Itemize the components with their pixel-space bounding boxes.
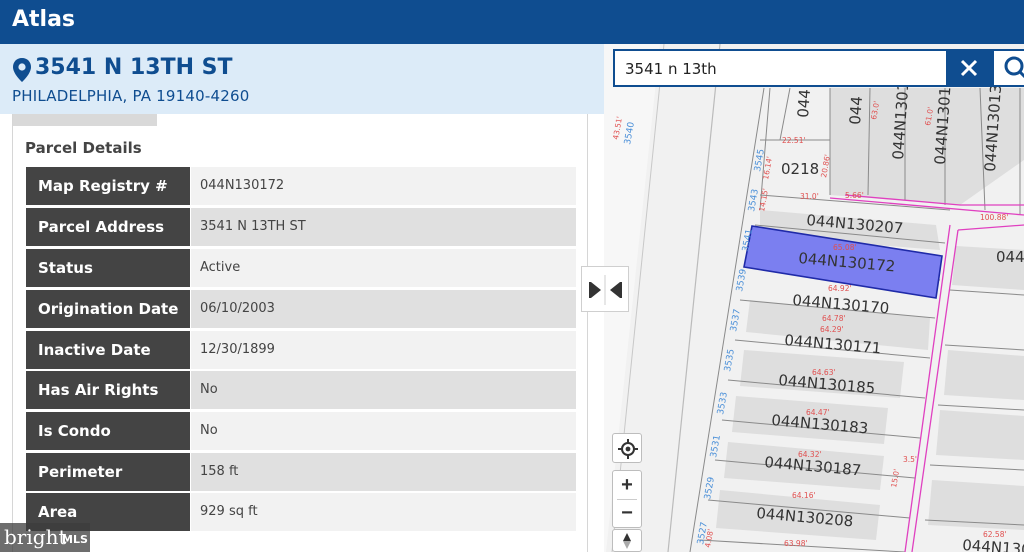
compass-icon — [623, 533, 631, 549]
close-icon — [960, 59, 978, 77]
panel-toggle-button[interactable] — [581, 266, 629, 312]
detail-row-inactive-date: Inactive Date 12/30/1899 — [26, 331, 576, 369]
map-canvas[interactable]: 044N130207 044N130172 044N130170 044N130… — [604, 44, 1024, 552]
detail-label: Status — [26, 249, 190, 287]
detail-row-parcel-address: Parcel Address 3541 N 13TH ST — [26, 208, 576, 246]
detail-label: Map Registry # — [26, 167, 190, 205]
dimension-label: 64.16' — [792, 491, 816, 500]
dimension-label: 100.88' — [980, 213, 1008, 222]
address-subtitle: PHILADELPHIA, PA 19140-4260 — [12, 87, 250, 105]
app-header: Atlas — [0, 0, 1024, 44]
detail-label: Perimeter — [26, 453, 190, 491]
dimension-label: 64.47' — [806, 408, 830, 417]
parcel-label: 044 — [996, 248, 1024, 266]
search-button[interactable] — [992, 49, 1024, 87]
detail-label: Has Air Rights — [26, 371, 190, 409]
parcel-label: 0218 — [781, 160, 819, 178]
dimension-label: 31.0' — [800, 192, 819, 201]
watermark-suffix: MLS — [62, 533, 88, 546]
detail-value: No — [191, 371, 576, 409]
detail-row-is-condo: Is Condo No — [26, 412, 576, 450]
locate-button[interactable] — [612, 433, 642, 463]
dimension-label: 63.98' — [784, 539, 808, 548]
detail-row-area: Area 929 sq ft — [26, 493, 576, 531]
dimension-label: 64.32' — [798, 450, 822, 459]
detail-value: 929 sq ft — [191, 493, 576, 531]
dimension-label: 64.63' — [812, 368, 836, 377]
detail-row-map-registry: Map Registry # 044N130172 — [26, 167, 576, 205]
detail-value: No — [191, 412, 576, 450]
parcel-label: 044 — [846, 95, 866, 125]
clear-search-button[interactable] — [946, 49, 992, 87]
detail-value: 06/10/2003 — [191, 290, 576, 328]
search-input-value[interactable]: 3541 n 13th — [625, 60, 717, 78]
location-pin-icon — [13, 58, 31, 82]
detail-row-status: Status Active — [26, 249, 576, 287]
dimension-label: 22.51' — [782, 136, 806, 145]
address-title: 3541 N 13TH ST — [35, 55, 233, 80]
watermark-brand: bright — [4, 525, 67, 549]
zoom-out-button[interactable]: − — [613, 500, 641, 528]
panel-tab[interactable] — [13, 114, 157, 126]
zoom-in-button[interactable]: + — [613, 471, 641, 499]
dimension-label: 62.58' — [983, 530, 1007, 539]
detail-row-air-rights: Has Air Rights No — [26, 371, 576, 409]
detail-label: Origination Date — [26, 290, 190, 328]
detail-value: 044N130172 — [191, 167, 576, 205]
detail-value: 158 ft — [191, 453, 576, 491]
dimension-label: 64.78' — [822, 314, 846, 323]
detail-row-perimeter: Perimeter 158 ft — [26, 453, 576, 491]
parcel-map[interactable]: 044N130207 044N130172 044N130170 044N130… — [604, 44, 1024, 552]
compass-button[interactable] — [612, 529, 642, 552]
detail-label: Is Condo — [26, 412, 190, 450]
parcel-label: 044 — [794, 88, 814, 118]
detail-label: Inactive Date — [26, 331, 190, 369]
detail-label: Parcel Address — [26, 208, 190, 246]
search-icon — [1004, 56, 1024, 79]
crosshair-icon — [618, 439, 638, 459]
detail-value: 3541 N 13TH ST — [191, 208, 576, 246]
section-title: Parcel Details — [25, 139, 142, 157]
panel-collapse-icon — [589, 275, 622, 305]
dimension-label: 64.92' — [828, 284, 852, 293]
dimension-label: 64.29' — [820, 325, 844, 334]
dimension-label: 65.08' — [833, 243, 857, 252]
dimension-label: 3.5' — [903, 455, 917, 464]
detail-value: 12/30/1899 — [191, 331, 576, 369]
dimension-label: 5.66' — [845, 191, 864, 200]
zoom-control[interactable]: + − — [612, 470, 642, 528]
detail-row-origination-date: Origination Date 06/10/2003 — [26, 290, 576, 328]
app-title: Atlas — [12, 7, 76, 32]
brightmls-watermark: bright MLS — [0, 523, 90, 552]
detail-value: Active — [191, 249, 576, 287]
